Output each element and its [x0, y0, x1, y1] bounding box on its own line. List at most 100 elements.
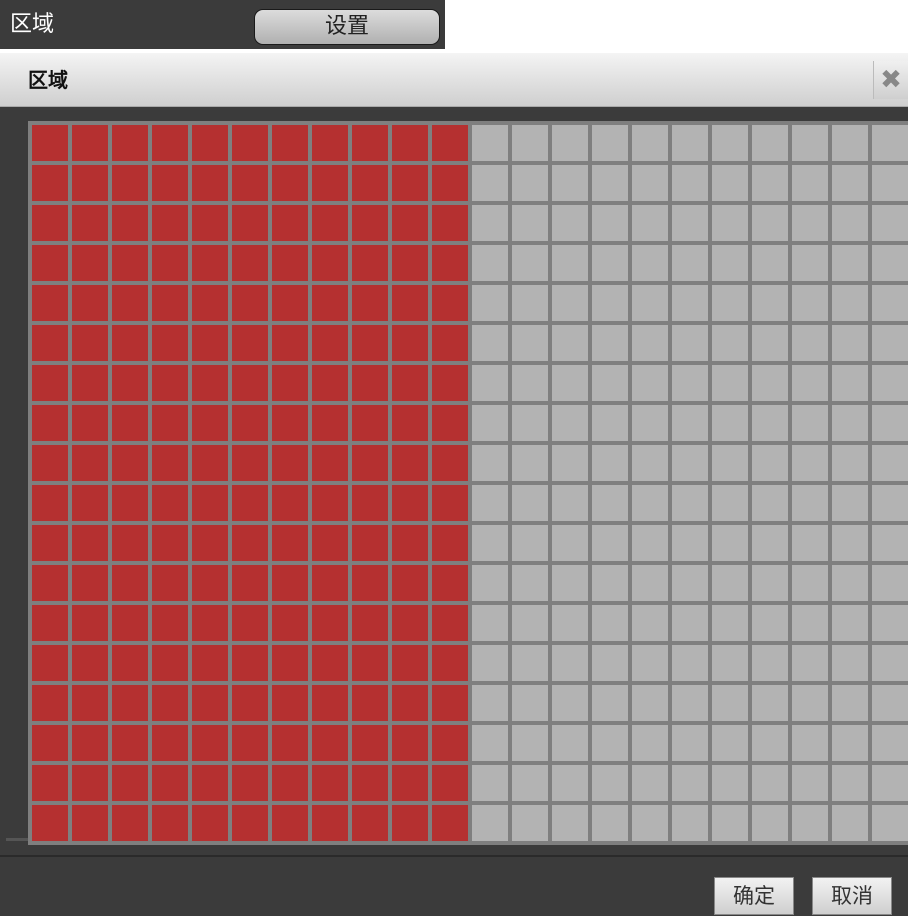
grid-cell[interactable]: [752, 565, 788, 601]
grid-cell-selected[interactable]: [72, 445, 108, 481]
grid-cell-selected[interactable]: [72, 525, 108, 561]
grid-cell-selected[interactable]: [232, 285, 268, 321]
close-icon[interactable]: ✖: [873, 61, 908, 99]
grid-cell-selected[interactable]: [392, 485, 428, 521]
grid-cell-selected[interactable]: [432, 485, 468, 521]
grid-cell-selected[interactable]: [392, 405, 428, 441]
grid-cell-selected[interactable]: [192, 365, 228, 401]
grid-cell[interactable]: [872, 565, 908, 601]
grid-cell-selected[interactable]: [432, 685, 468, 721]
grid-cell[interactable]: [872, 725, 908, 761]
grid-cell[interactable]: [672, 765, 708, 801]
grid-cell-selected[interactable]: [352, 325, 388, 361]
grid-cell-selected[interactable]: [112, 765, 148, 801]
grid-cell-selected[interactable]: [32, 445, 68, 481]
grid-cell-selected[interactable]: [232, 245, 268, 281]
grid-cell[interactable]: [632, 605, 668, 641]
grid-cell[interactable]: [792, 485, 828, 521]
grid-cell-selected[interactable]: [72, 365, 108, 401]
grid-cell-selected[interactable]: [232, 445, 268, 481]
grid-cell-selected[interactable]: [152, 725, 188, 761]
grid-cell-selected[interactable]: [72, 605, 108, 641]
grid-cell-selected[interactable]: [192, 805, 228, 841]
grid-cell-selected[interactable]: [72, 805, 108, 841]
grid-cell[interactable]: [712, 165, 748, 201]
grid-cell[interactable]: [712, 725, 748, 761]
grid-cell-selected[interactable]: [72, 165, 108, 201]
grid-cell-selected[interactable]: [432, 725, 468, 761]
grid-cell[interactable]: [672, 605, 708, 641]
grid-cell[interactable]: [552, 605, 588, 641]
grid-cell[interactable]: [712, 365, 748, 401]
grid-cell[interactable]: [792, 445, 828, 481]
grid-cell-selected[interactable]: [272, 605, 308, 641]
grid-cell[interactable]: [552, 405, 588, 441]
grid-cell-selected[interactable]: [152, 205, 188, 241]
grid-cell-selected[interactable]: [312, 205, 348, 241]
grid-cell-selected[interactable]: [272, 725, 308, 761]
grid-cell-selected[interactable]: [112, 565, 148, 601]
grid-cell-selected[interactable]: [392, 325, 428, 361]
grid-cell-selected[interactable]: [392, 565, 428, 601]
grid-cell-selected[interactable]: [352, 565, 388, 601]
grid-cell-selected[interactable]: [232, 685, 268, 721]
grid-cell[interactable]: [472, 245, 508, 281]
grid-cell-selected[interactable]: [352, 285, 388, 321]
grid-cell[interactable]: [832, 405, 868, 441]
grid-cell-selected[interactable]: [392, 125, 428, 161]
grid-cell[interactable]: [712, 685, 748, 721]
grid-cell-selected[interactable]: [192, 445, 228, 481]
grid-cell[interactable]: [672, 125, 708, 161]
grid-cell-selected[interactable]: [352, 805, 388, 841]
grid-cell[interactable]: [712, 485, 748, 521]
grid-cell-selected[interactable]: [72, 565, 108, 601]
grid-cell[interactable]: [632, 685, 668, 721]
grid-cell[interactable]: [712, 285, 748, 321]
grid-cell-selected[interactable]: [312, 165, 348, 201]
grid-cell-selected[interactable]: [312, 245, 348, 281]
grid-cell-selected[interactable]: [432, 805, 468, 841]
grid-cell[interactable]: [512, 525, 548, 561]
grid-cell-selected[interactable]: [112, 445, 148, 481]
grid-cell[interactable]: [752, 605, 788, 641]
grid-cell-selected[interactable]: [32, 685, 68, 721]
grid-cell-selected[interactable]: [112, 805, 148, 841]
grid-cell[interactable]: [592, 205, 628, 241]
grid-cell[interactable]: [512, 485, 548, 521]
grid-cell-selected[interactable]: [32, 485, 68, 521]
grid-cell[interactable]: [832, 805, 868, 841]
grid-cell[interactable]: [752, 325, 788, 361]
grid-cell[interactable]: [712, 645, 748, 681]
grid-cell[interactable]: [872, 405, 908, 441]
grid-cell-selected[interactable]: [152, 125, 188, 161]
grid-cell-selected[interactable]: [392, 525, 428, 561]
grid-cell-selected[interactable]: [272, 765, 308, 801]
grid-cell[interactable]: [552, 245, 588, 281]
grid-cell-selected[interactable]: [192, 645, 228, 681]
grid-cell-selected[interactable]: [392, 725, 428, 761]
grid-cell-selected[interactable]: [352, 165, 388, 201]
grid-cell-selected[interactable]: [152, 605, 188, 641]
grid-cell-selected[interactable]: [232, 525, 268, 561]
grid-cell[interactable]: [872, 165, 908, 201]
grid-cell-selected[interactable]: [352, 605, 388, 641]
grid-cell-selected[interactable]: [32, 125, 68, 161]
grid-cell[interactable]: [632, 485, 668, 521]
grid-cell[interactable]: [632, 725, 668, 761]
grid-cell[interactable]: [552, 565, 588, 601]
grid-cell-selected[interactable]: [152, 245, 188, 281]
grid-cell-selected[interactable]: [112, 165, 148, 201]
grid-cell[interactable]: [792, 125, 828, 161]
grid-cell-selected[interactable]: [112, 405, 148, 441]
grid-cell[interactable]: [752, 205, 788, 241]
grid-cell[interactable]: [872, 525, 908, 561]
grid-cell[interactable]: [872, 205, 908, 241]
grid-cell[interactable]: [552, 525, 588, 561]
grid-cell[interactable]: [872, 365, 908, 401]
grid-cell[interactable]: [752, 685, 788, 721]
grid-cell[interactable]: [512, 285, 548, 321]
grid-cell-selected[interactable]: [152, 685, 188, 721]
grid-cell[interactable]: [552, 725, 588, 761]
grid-cell[interactable]: [592, 285, 628, 321]
grid-cell[interactable]: [632, 445, 668, 481]
